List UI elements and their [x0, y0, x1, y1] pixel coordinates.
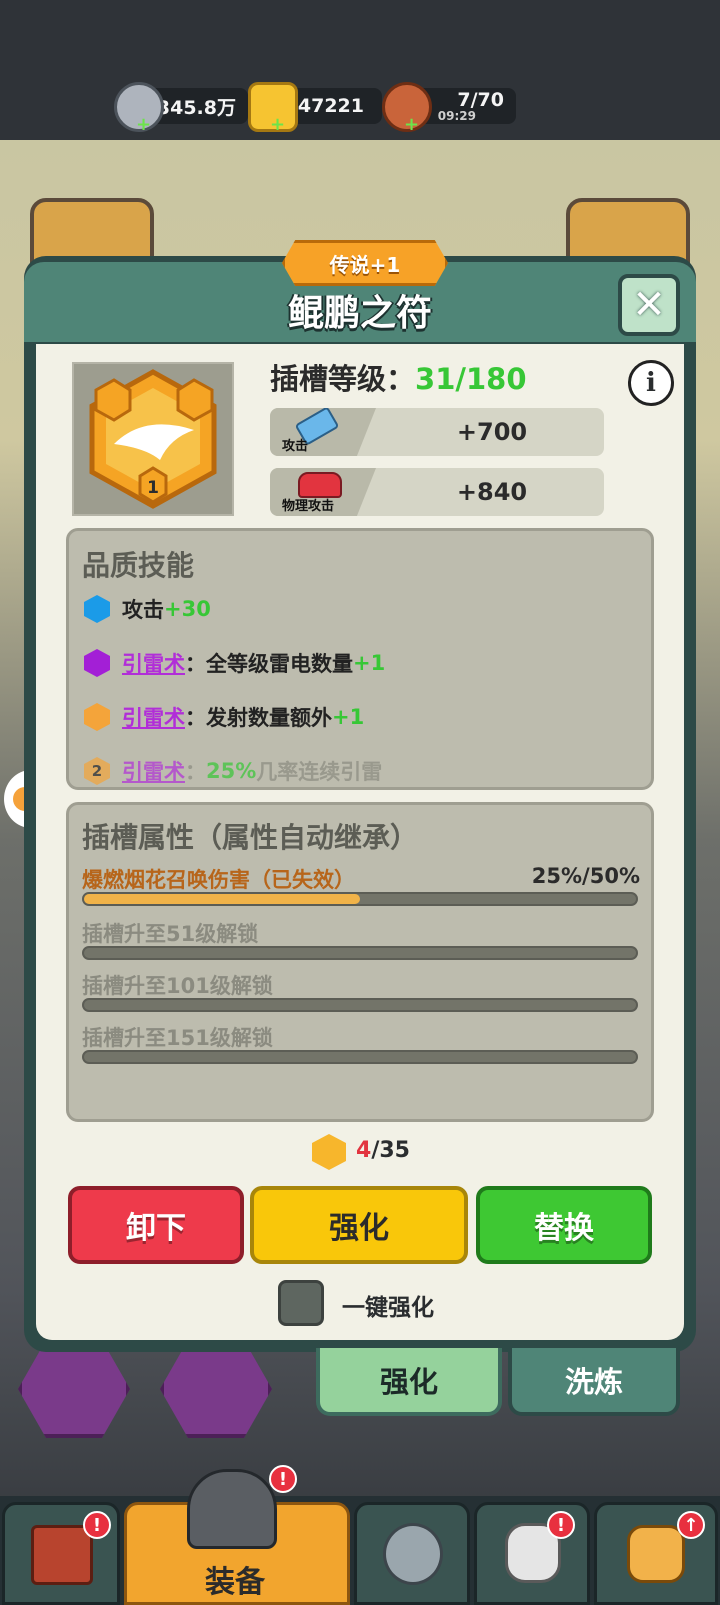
skill-tail: 几率连续引雷 [256, 760, 383, 784]
helmet-icon [187, 1469, 277, 1549]
tab-enhance[interactable]: 强化 [316, 1348, 502, 1416]
skill-text: 攻击 [122, 598, 164, 622]
one-click-enhance-checkbox[interactable] [278, 1280, 324, 1326]
stat-name-physical-attack: 物理攻击 [282, 499, 335, 514]
active-slot-progress-fill [84, 894, 360, 904]
pets-alert-badge: ! [547, 1511, 575, 1539]
active-slot-name: 爆燃烟花召唤伤害 [82, 868, 250, 892]
stat-name-attack: 攻击 [282, 439, 309, 454]
material-owned: 4 [356, 1138, 372, 1163]
rarity-banner: 传说+1 [282, 240, 448, 286]
gold-amount: 47221 [297, 95, 364, 117]
locked-slot-track [82, 998, 638, 1012]
active-slot-value: 25%/50% [531, 864, 640, 888]
locked-slot-track [82, 946, 638, 960]
equipment-alert-badge: ! [269, 1465, 297, 1493]
nav-item-shop[interactable]: ! [2, 1502, 120, 1605]
locked-slot-label: 插槽升至151级解锁 [82, 1026, 273, 1050]
quality-skills-title: 品质技能 [82, 549, 195, 582]
skill-bonus: +30 [164, 597, 211, 621]
locked-slot-label: 插槽升至101级解锁 [82, 974, 273, 998]
add-gold-icon[interactable]: + [270, 114, 285, 135]
stat-row-attack: 攻击 +700 [270, 408, 604, 456]
skill-text: ：发射数量额外 [185, 706, 332, 730]
material-required: 35 [379, 1138, 410, 1163]
nav-item-equipment[interactable]: ! 装备 [124, 1465, 350, 1605]
skill-row-locked: 2 引雷术： 25% 几率连续引雷 [84, 756, 382, 786]
slot-level-label: 插槽等级： [270, 362, 416, 396]
gold-counter[interactable]: 47221 + [248, 82, 382, 135]
skill-text: ：全等级雷电数量 [185, 652, 353, 676]
active-slot-status: （已失效） [250, 868, 355, 892]
item-icon-frame[interactable]: 1 [72, 362, 234, 516]
locked-slot-track [82, 1050, 638, 1064]
blue-gem-icon [84, 595, 110, 623]
shop-alert-badge: ! [83, 1511, 111, 1539]
skill-bonus: 25% [206, 759, 257, 783]
skill-row: 攻击 +30 [84, 594, 211, 624]
orange-gem-icon [84, 703, 110, 731]
shop-icon [31, 1525, 93, 1585]
nav-item-upgrade[interactable]: ↑ [594, 1502, 718, 1605]
unequip-button[interactable]: 卸下 [68, 1186, 244, 1264]
stamina-timer: 09:29 [437, 109, 476, 123]
locked-orange-gem-icon: 2 [84, 757, 110, 785]
stat-value-physical-attack: +840 [456, 478, 528, 506]
close-icon: ✕ [632, 282, 666, 328]
gem-stack-count: 2 [91, 762, 103, 780]
skill-row: 引雷术 ：发射数量额外 +1 [84, 702, 364, 732]
nav-item-pets[interactable]: ! [474, 1502, 590, 1605]
shield-swords-icon [383, 1523, 443, 1585]
skill-text: ： [185, 760, 206, 784]
material-count: 4/35 [356, 1138, 410, 1163]
add-silver-icon[interactable]: + [136, 114, 151, 135]
close-button[interactable]: ✕ [618, 274, 680, 336]
add-stamina-icon[interactable]: + [404, 114, 419, 135]
skill-link-thunder[interactable]: 引雷术 [122, 702, 185, 732]
red-claw-icon: 物理攻击 [270, 468, 376, 516]
tab-refine[interactable]: 洗炼 [508, 1348, 680, 1416]
info-icon[interactable]: i [628, 360, 674, 406]
silver-counter[interactable]: 3345.8万 + [114, 82, 248, 135]
stamina-amount: 7/70 [457, 89, 504, 111]
locked-slot-label: 插槽升至51级解锁 [82, 922, 259, 946]
slot-attributes-title: 插槽属性（属性自动继承） [82, 821, 419, 854]
nav-label-equipment: 装备 [205, 1565, 265, 1600]
skill-bonus: +1 [353, 651, 386, 675]
item-title: 鲲鹏之符 [287, 293, 432, 334]
skill-link-thunder[interactable]: 引雷术 [122, 756, 185, 786]
skill-link-thunder[interactable]: 引雷术 [122, 648, 185, 678]
sword-icon: 攻击 [270, 408, 376, 456]
one-click-enhance-label: 一键强化 [342, 1295, 434, 1321]
active-slot-progress [82, 892, 638, 906]
slot-level-row: 插槽等级：31/180 [270, 356, 527, 398]
slot-level-value: 31/180 [415, 362, 527, 396]
active-slot-label: 爆燃烟花召唤伤害（已失效） [82, 864, 355, 894]
upgrade-alert-badge: ↑ [677, 1511, 705, 1539]
nav-item-battle[interactable] [354, 1502, 470, 1605]
replace-button[interactable]: 替换 [476, 1186, 652, 1264]
skill-bonus: +1 [332, 705, 365, 729]
stamina-counter[interactable]: 7/70 09:29 + [382, 82, 516, 135]
emblem-level: 1 [147, 478, 159, 498]
stat-value-attack: +700 [456, 418, 528, 446]
purple-gem-icon [84, 649, 110, 677]
stat-row-physical-attack: 物理攻击 +840 [270, 468, 604, 516]
enhance-button[interactable]: 强化 [250, 1186, 468, 1264]
skill-row: 引雷术 ：全等级雷电数量 +1 [84, 648, 385, 678]
fist-upgrade-icon [627, 1525, 685, 1583]
